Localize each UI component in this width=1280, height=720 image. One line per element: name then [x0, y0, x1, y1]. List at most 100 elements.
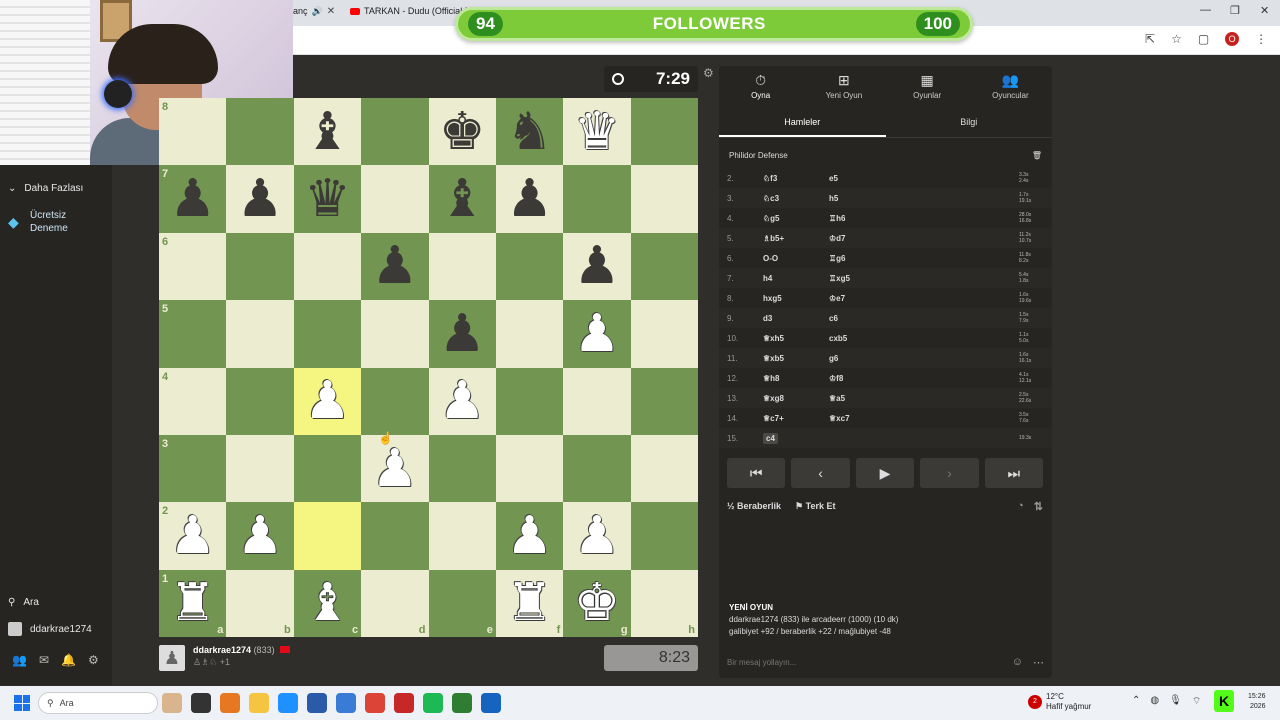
square-b6[interactable]: [226, 232, 294, 301]
app-icon[interactable]: [191, 693, 211, 713]
nav-games[interactable]: ▦ Oyunlar: [886, 66, 969, 106]
white-pawn-icon[interactable]: ♟: [237, 510, 284, 562]
white-rook-icon[interactable]: ♜: [506, 577, 553, 629]
black-move[interactable]: ♔f8: [829, 374, 1019, 383]
square-f7[interactable]: ♟: [495, 165, 564, 233]
white-move[interactable]: ♕xh5: [763, 334, 829, 343]
profile-avatar[interactable]: O: [1225, 32, 1240, 46]
black-move[interactable]: c6: [829, 314, 1019, 323]
file-explorer-icon[interactable]: [249, 693, 269, 713]
white-move[interactable]: O-O: [763, 254, 829, 263]
square-g3[interactable]: [563, 434, 631, 503]
sidebar-search[interactable]: ⚲ Ara: [8, 597, 39, 608]
black-bishop-icon[interactable]: ♝: [304, 106, 351, 158]
white-move[interactable]: hxg5: [763, 294, 829, 303]
mail-icon[interactable]: ✉: [39, 653, 49, 667]
black-pawn-icon[interactable]: ♟: [169, 173, 216, 225]
draw-button[interactable]: ½ Beraberlik: [727, 501, 781, 511]
app-icon[interactable]: [220, 693, 240, 713]
square-g8[interactable]: ♛: [563, 98, 631, 166]
white-move[interactable]: ♘g5: [763, 214, 829, 223]
minimize-icon[interactable]: —: [1200, 4, 1211, 16]
square-h4[interactable]: [630, 367, 699, 435]
tab-partial[interactable]: anç 🔊 ✕: [293, 2, 335, 20]
microphone-icon[interactable]: 🎙: [1169, 695, 1182, 708]
steam-icon[interactable]: [481, 693, 501, 713]
white-pawn-icon[interactable]: ♟: [372, 443, 419, 495]
square-e2[interactable]: [428, 502, 496, 570]
friends-icon[interactable]: 👥: [12, 653, 27, 667]
white-queen-icon[interactable]: ♛: [574, 106, 621, 158]
black-pawn-icon[interactable]: ♟: [439, 308, 486, 360]
app-icon[interactable]: [394, 693, 414, 713]
square-c8[interactable]: ♝: [293, 98, 362, 166]
square-c5[interactable]: [293, 300, 362, 368]
close-tab-icon[interactable]: ✕: [327, 6, 335, 17]
app-icon[interactable]: [162, 693, 182, 713]
tab-youtube[interactable]: TARKAN - Dudu (Official M: [350, 2, 472, 20]
square-d1[interactable]: d: [361, 569, 429, 638]
white-pawn-icon[interactable]: ♟: [304, 375, 351, 427]
sidebar-item-more[interactable]: ⌄ Daha Fazlası: [8, 183, 83, 194]
white-pawn-icon[interactable]: ♟: [169, 510, 216, 562]
analysis-icon[interactable]: ◔: [1017, 500, 1024, 513]
nav-players[interactable]: 👥 Oyuncular: [969, 66, 1052, 106]
chrome-icon[interactable]: [365, 693, 385, 713]
windows-start-icon[interactable]: [14, 695, 30, 711]
taskbar-search[interactable]: ⚲ Ara: [38, 692, 158, 714]
square-g7[interactable]: [563, 165, 631, 233]
white-move[interactable]: ♕c7+: [763, 414, 829, 423]
square-h5[interactable]: [630, 300, 699, 368]
wifi-icon[interactable]: ⌔: [1192, 695, 1201, 708]
square-f1[interactable]: f ♜: [495, 569, 564, 638]
square-g4[interactable]: [563, 367, 631, 435]
white-king-icon[interactable]: ♚: [574, 577, 621, 629]
white-bishop-icon[interactable]: ♝: [304, 577, 351, 629]
black-move[interactable]: ♖g6: [829, 254, 1019, 263]
black-move[interactable]: ♕xc7: [829, 414, 1019, 423]
square-b1[interactable]: b: [226, 569, 294, 638]
square-e4[interactable]: ♟: [428, 367, 496, 435]
board-settings-gear-icon[interactable]: ⚙: [703, 66, 714, 80]
next-move-button[interactable]: ›: [920, 458, 979, 488]
bell-icon[interactable]: 🔔: [61, 653, 76, 667]
nav-play[interactable]: ⏱ Oyna: [719, 66, 802, 106]
sidebar-profile[interactable]: ddarkrae1274: [8, 622, 92, 636]
square-d3[interactable]: ♟: [361, 434, 429, 503]
white-move[interactable]: ♕h8: [763, 374, 829, 383]
white-move[interactable]: ♕xb5: [763, 354, 829, 363]
taskbar-clock[interactable]: 15:26 2026: [1248, 692, 1266, 712]
square-d7[interactable]: [361, 165, 429, 233]
network-icon[interactable]: ◍: [1150, 695, 1159, 708]
square-g1[interactable]: g ♚: [563, 569, 631, 638]
black-move[interactable]: ♖h6: [829, 214, 1019, 223]
black-move[interactable]: ♕a5: [829, 394, 1019, 403]
black-move[interactable]: g6: [829, 354, 1019, 363]
white-move[interactable]: ♗b5+: [763, 234, 829, 243]
previous-move-button[interactable]: ‹: [791, 458, 850, 488]
edge-icon[interactable]: [278, 693, 298, 713]
square-e5[interactable]: ♟: [428, 300, 496, 368]
flip-board-icon[interactable]: ⇅: [1034, 500, 1043, 513]
chevron-up-icon[interactable]: ⌃: [1132, 695, 1140, 708]
square-c7[interactable]: ♛: [293, 165, 362, 233]
square-f5[interactable]: [495, 300, 564, 368]
weather-widget[interactable]: 2 12°C Hafif yağmur: [1028, 692, 1091, 712]
square-h2[interactable]: [630, 502, 699, 570]
square-f4[interactable]: [495, 367, 564, 435]
chat-input[interactable]: [727, 657, 987, 667]
black-move[interactable]: cxb5: [829, 334, 1019, 343]
square-b2[interactable]: ♟: [226, 502, 294, 570]
square-e7[interactable]: ♝: [428, 165, 496, 233]
white-move[interactable]: ♘f3: [763, 174, 829, 183]
more-options-icon[interactable]: ⋯: [1033, 656, 1044, 669]
square-e6[interactable]: [428, 232, 496, 301]
white-pawn-icon[interactable]: ♟: [439, 375, 486, 427]
player-name[interactable]: ddarkrae1274: [193, 645, 251, 655]
app-icon[interactable]: [452, 693, 472, 713]
square-e3[interactable]: [428, 434, 496, 503]
square-h3[interactable]: [630, 434, 699, 503]
square-g6[interactable]: ♟: [563, 232, 631, 301]
black-pawn-icon[interactable]: ♟: [574, 240, 621, 292]
tab-moves[interactable]: Hamleler: [719, 108, 886, 137]
